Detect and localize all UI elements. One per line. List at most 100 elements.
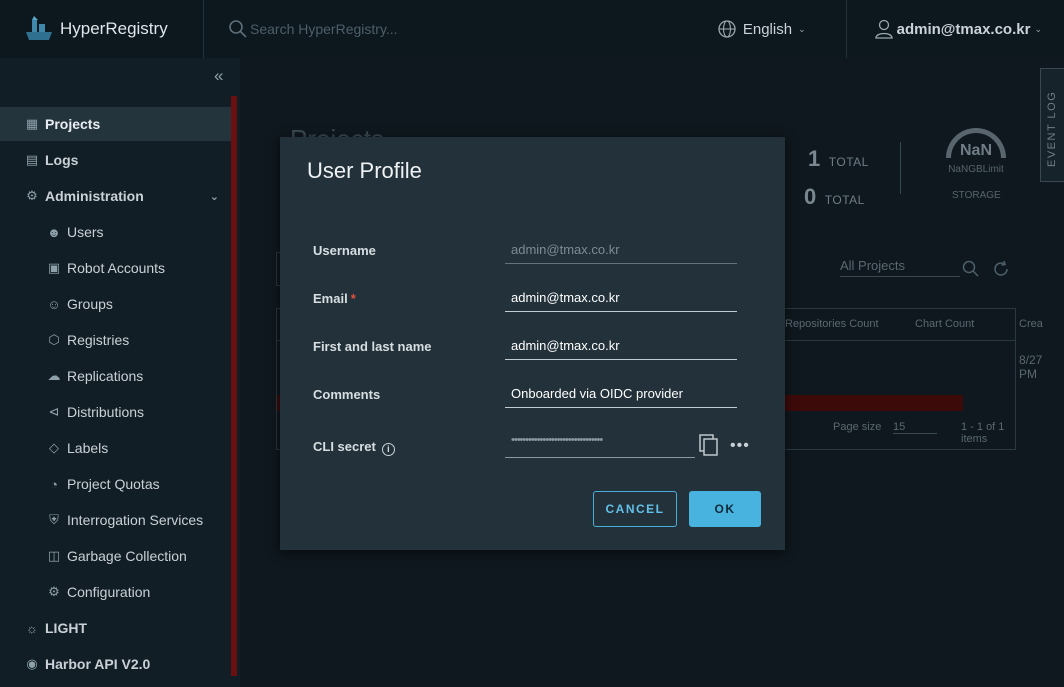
sidebar-scroll-rail xyxy=(231,96,237,676)
sidebar-item-robot-accounts[interactable]: ▣ Robot Accounts xyxy=(0,251,231,285)
sidebar-item-label: Groups xyxy=(67,296,113,312)
sidebar-item-label: Registries xyxy=(67,332,130,348)
quota-icon: ◔ xyxy=(50,476,58,492)
required-marker: * xyxy=(350,291,356,306)
sun-icon: ☼ xyxy=(26,620,38,636)
robot-icon: ▣ xyxy=(47,260,61,275)
comments-field[interactable] xyxy=(505,380,737,408)
column-header[interactable]: Crea xyxy=(1019,318,1043,330)
sidebar-item-label: LIGHT xyxy=(45,620,87,636)
user-icon xyxy=(874,19,893,39)
cancel-button[interactable]: CANCEL xyxy=(593,491,677,527)
event-log-tab[interactable]: EVENT LOG xyxy=(1040,68,1064,182)
stat-label: TOTAL xyxy=(828,155,869,169)
sidebar-item-label: Interrogation Services xyxy=(67,512,204,528)
page-size-select[interactable]: 15 xyxy=(893,421,937,434)
administration-icon: ⚙ xyxy=(26,188,38,203)
projects-total-stat: 1 TOTAL xyxy=(808,146,869,172)
sidebar-item-label: Replications xyxy=(67,368,144,384)
more-options-icon[interactable]: ••• xyxy=(730,437,750,455)
trash-icon: ◫ xyxy=(47,548,61,563)
sidebar-item-configuration[interactable]: ⚙ Configuration xyxy=(0,575,231,609)
refresh-icon[interactable] xyxy=(992,260,1010,278)
column-header[interactable]: Chart Count xyxy=(915,318,974,330)
sidebar-item-label: Logs xyxy=(45,152,79,168)
cli-secret-label: CLI secret i xyxy=(313,439,395,456)
modal-title: User Profile xyxy=(307,158,422,183)
sidebar-item-administration[interactable]: ⚙ Administration ⌄ xyxy=(0,179,231,213)
projects-icon: ▦ xyxy=(25,116,39,131)
tag-icon: ◇ xyxy=(49,440,59,455)
copy-icon[interactable] xyxy=(699,434,719,456)
table-cell: 8/27 xyxy=(1019,353,1043,367)
email-field[interactable] xyxy=(505,284,737,312)
sidebar-item-registries[interactable]: ⬡ Registries xyxy=(0,323,231,357)
username-field[interactable] xyxy=(505,236,737,264)
harbor-logo-icon xyxy=(26,16,52,40)
project-filter-select[interactable]: All Projects xyxy=(840,258,960,277)
share-icon: ⊲ xyxy=(48,404,60,419)
full-name-field[interactable] xyxy=(505,332,737,360)
gauge-limit: NaNGBLimit xyxy=(948,164,1004,175)
brand[interactable]: HyperRegistry xyxy=(0,0,204,58)
repos-total-stat: 0 TOTAL xyxy=(804,184,865,210)
sidebar-item-groups[interactable]: ☺ Groups xyxy=(0,287,231,321)
sidebar-item-label: Robot Accounts xyxy=(67,260,166,276)
groups-icon: ☺ xyxy=(47,296,61,312)
registries-icon: ⬡ xyxy=(48,332,60,347)
sidebar-item-label: Configuration xyxy=(67,584,151,600)
brand-name: HyperRegistry xyxy=(60,19,168,38)
sidebar-item-users[interactable]: ☻ Users xyxy=(0,215,231,249)
table-cell: PM xyxy=(1019,367,1037,381)
sidebar-item-label: Projects xyxy=(45,116,101,132)
search-icon[interactable] xyxy=(962,260,980,278)
sidebar-item-distributions[interactable]: ⊲ Distributions xyxy=(0,395,231,429)
sidebar-item-label: Distributions xyxy=(67,404,145,420)
shield-icon: ⛨ xyxy=(49,512,59,527)
sidebar-item-projects[interactable]: ▦ Projects xyxy=(0,107,231,141)
sidebar-item-garbage-collection[interactable]: ◫ Garbage Collection xyxy=(0,539,231,573)
pagination-text: 1 - 1 of 1 items xyxy=(961,421,1005,445)
sidebar-item-labels[interactable]: ◇ Labels xyxy=(0,431,231,465)
page-size-label: Page size xyxy=(833,421,882,433)
stat-value: 1 xyxy=(808,146,821,171)
sidebar-item-logs[interactable]: ▤ Logs xyxy=(0,143,231,177)
user-profile-modal: User Profile Username Email* First and l… xyxy=(280,137,785,550)
stat-value: 0 xyxy=(804,184,817,209)
gear-icon: ⚙ xyxy=(48,584,60,599)
cli-secret-field[interactable]: •••••••••••••••••••••••••••••••• xyxy=(505,434,695,458)
language-selector[interactable]: English ⌄ xyxy=(697,0,847,58)
sidebar-item-interrogation-services[interactable]: ⛨ Interrogation Services xyxy=(0,503,231,537)
theme-toggle[interactable]: ☼ LIGHT xyxy=(0,611,231,645)
search-input[interactable]: Search HyperRegistry... xyxy=(250,21,398,37)
name-label: First and last name xyxy=(313,339,432,354)
stat-label: TOTAL xyxy=(824,193,865,207)
sidebar-item-project-quotas[interactable]: ◔ Project Quotas xyxy=(0,467,231,501)
cli-secret-label-text: CLI secret xyxy=(313,439,376,454)
filter-label: All Projects xyxy=(840,258,906,273)
users-icon: ☻ xyxy=(47,224,61,240)
gauge-label: STORAGE xyxy=(952,190,1001,201)
info-icon[interactable]: i xyxy=(381,442,395,456)
email-label: Email * xyxy=(313,291,356,306)
language-label: English xyxy=(742,20,793,38)
collapse-sidebar-icon[interactable]: « xyxy=(214,66,223,86)
ok-button[interactable]: OK xyxy=(689,491,761,527)
event-log-label: EVENT LOG xyxy=(1046,90,1058,167)
chevron-down-icon: ⌄ xyxy=(1034,23,1042,34)
column-header[interactable]: Repositories Count xyxy=(785,318,879,330)
email-label-text: Email xyxy=(313,291,348,306)
search-icon xyxy=(229,20,247,38)
chevron-down-icon: ⌄ xyxy=(209,190,219,203)
comments-label: Comments xyxy=(313,387,381,402)
sidebar-item-label: Harbor API V2.0 xyxy=(45,656,151,672)
storage-gauge: NaN NaNGBLimit xyxy=(944,128,1008,198)
sidebar-item-harbor-api[interactable]: ◉ Harbor API V2.0 xyxy=(0,647,231,681)
globe-icon xyxy=(718,20,736,38)
sidebar-item-replications[interactable]: ☁ Replications xyxy=(0,359,231,393)
user-menu[interactable]: admin@tmax.co.kr ⌄ xyxy=(847,19,1064,39)
sidebar: « ▦ Projects ▤ Logs ⚙ Administration ⌄ ☻… xyxy=(0,58,240,687)
cloud-icon: ☁ xyxy=(47,368,61,383)
global-search[interactable]: Search HyperRegistry... xyxy=(204,0,697,58)
username-label: Username xyxy=(313,243,376,258)
